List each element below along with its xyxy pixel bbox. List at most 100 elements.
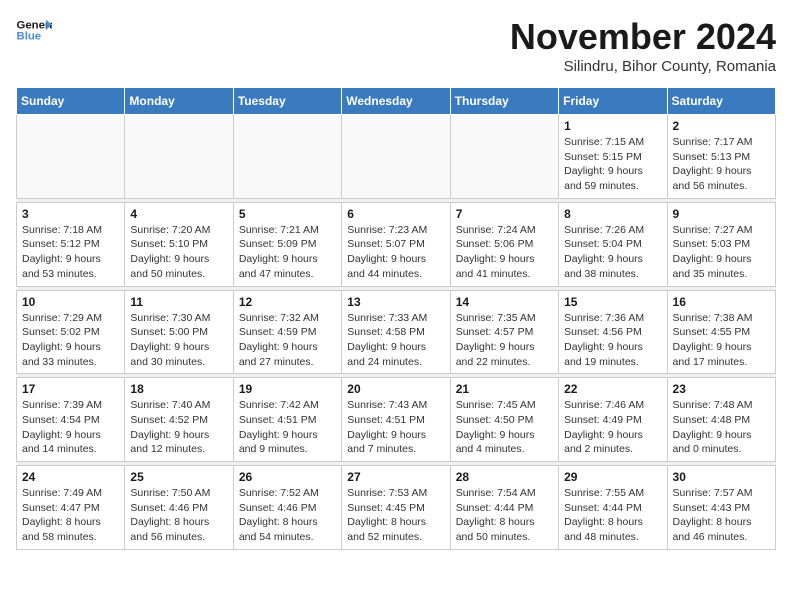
calendar-cell: 11 Sunrise: 7:30 AMSunset: 5:00 PMDayligh… — [125, 290, 233, 374]
day-number: 8 — [564, 207, 661, 221]
day-info: Sunrise: 7:42 AMSunset: 4:51 PMDaylight:… — [239, 398, 336, 457]
day-number: 7 — [456, 207, 553, 221]
calendar-cell: 21 Sunrise: 7:45 AMSunset: 4:50 PMDayligh… — [450, 378, 558, 462]
day-number: 26 — [239, 470, 336, 484]
day-info: Sunrise: 7:33 AMSunset: 4:58 PMDaylight:… — [347, 311, 444, 370]
calendar-cell — [233, 115, 341, 199]
day-info: Sunrise: 7:24 AMSunset: 5:06 PMDaylight:… — [456, 223, 553, 282]
calendar-cell: 20 Sunrise: 7:43 AMSunset: 4:51 PMDayligh… — [342, 378, 450, 462]
calendar-cell: 3 Sunrise: 7:18 AMSunset: 5:12 PMDaylight… — [17, 202, 125, 286]
day-info: Sunrise: 7:18 AMSunset: 5:12 PMDaylight:… — [22, 223, 119, 282]
day-info: Sunrise: 7:15 AMSunset: 5:15 PMDaylight:… — [564, 135, 661, 194]
calendar-week-1: 1 Sunrise: 7:15 AMSunset: 5:15 PMDaylight… — [17, 115, 776, 199]
calendar-week-3: 10Sunrise: 7:29 AMSunset: 5:02 PMDayligh… — [17, 290, 776, 374]
day-number: 22 — [564, 382, 661, 396]
day-info: Sunrise: 7:52 AMSunset: 4:46 PMDaylight:… — [239, 486, 336, 545]
calendar-cell: 17 Sunrise: 7:39 AMSunset: 4:54 PMDayligh… — [17, 378, 125, 462]
day-number: 1 — [564, 119, 661, 133]
day-info: Sunrise: 7:27 AMSunset: 5:03 PMDaylight:… — [673, 223, 770, 282]
weekday-header-saturday: Saturday — [667, 88, 775, 115]
calendar-table: SundayMondayTuesdayWednesdayThursdayFrid… — [16, 87, 776, 550]
calendar-cell: 15Sunrise: 7:36 AMSunset: 4:56 PMDayligh… — [559, 290, 667, 374]
day-number: 23 — [673, 382, 770, 396]
day-number: 3 — [22, 207, 119, 221]
calendar-cell: 30Sunrise: 7:57 AMSunset: 4:43 PMDayligh… — [667, 466, 775, 550]
calendar-cell: 24Sunrise: 7:49 AMSunset: 4:47 PMDayligh… — [17, 466, 125, 550]
day-number: 9 — [673, 207, 770, 221]
weekday-header-sunday: Sunday — [17, 88, 125, 115]
calendar-cell: 7 Sunrise: 7:24 AMSunset: 5:06 PMDaylight… — [450, 202, 558, 286]
day-info: Sunrise: 7:35 AMSunset: 4:57 PMDaylight:… — [456, 311, 553, 370]
svg-text:Blue: Blue — [17, 31, 42, 43]
day-info: Sunrise: 7:57 AMSunset: 4:43 PMDaylight:… — [673, 486, 770, 545]
day-number: 12 — [239, 295, 336, 309]
day-number: 14 — [456, 295, 553, 309]
day-info: Sunrise: 7:46 AMSunset: 4:49 PMDaylight:… — [564, 398, 661, 457]
calendar-cell: 18Sunrise: 7:40 AMSunset: 4:52 PMDayligh… — [125, 378, 233, 462]
calendar-cell: 19 Sunrise: 7:42 AMSunset: 4:51 PMDayligh… — [233, 378, 341, 462]
calendar-cell: 22 Sunrise: 7:46 AMSunset: 4:49 PMDayligh… — [559, 378, 667, 462]
day-info: Sunrise: 7:53 AMSunset: 4:45 PMDaylight:… — [347, 486, 444, 545]
day-info: Sunrise: 7:54 AMSunset: 4:44 PMDaylight:… — [456, 486, 553, 545]
day-info: Sunrise: 7:38 AMSunset: 4:55 PMDaylight:… — [673, 311, 770, 370]
day-info: Sunrise: 7:21 AMSunset: 5:09 PMDaylight:… — [239, 223, 336, 282]
calendar-cell: 27Sunrise: 7:53 AMSunset: 4:45 PMDayligh… — [342, 466, 450, 550]
day-info: Sunrise: 7:17 AMSunset: 5:13 PMDaylight:… — [673, 135, 770, 194]
calendar-cell: 10Sunrise: 7:29 AMSunset: 5:02 PMDayligh… — [17, 290, 125, 374]
weekday-header-friday: Friday — [559, 88, 667, 115]
day-number: 2 — [673, 119, 770, 133]
calendar-cell: 16 Sunrise: 7:38 AMSunset: 4:55 PMDayligh… — [667, 290, 775, 374]
day-number: 11 — [130, 295, 227, 309]
calendar-cell: 4 Sunrise: 7:20 AMSunset: 5:10 PMDaylight… — [125, 202, 233, 286]
day-number: 16 — [673, 295, 770, 309]
day-info: Sunrise: 7:32 AMSunset: 4:59 PMDaylight:… — [239, 311, 336, 370]
day-number: 19 — [239, 382, 336, 396]
day-number: 20 — [347, 382, 444, 396]
calendar-week-4: 17 Sunrise: 7:39 AMSunset: 4:54 PMDayligh… — [17, 378, 776, 462]
calendar-cell: 9 Sunrise: 7:27 AMSunset: 5:03 PMDaylight… — [667, 202, 775, 286]
calendar-week-5: 24Sunrise: 7:49 AMSunset: 4:47 PMDayligh… — [17, 466, 776, 550]
calendar-cell: 2 Sunrise: 7:17 AMSunset: 5:13 PMDaylight… — [667, 115, 775, 199]
day-info: Sunrise: 7:26 AMSunset: 5:04 PMDaylight:… — [564, 223, 661, 282]
calendar-cell: 1 Sunrise: 7:15 AMSunset: 5:15 PMDaylight… — [559, 115, 667, 199]
day-info: Sunrise: 7:30 AMSunset: 5:00 PMDaylight:… — [130, 311, 227, 370]
calendar-cell: 28 Sunrise: 7:54 AMSunset: 4:44 PMDayligh… — [450, 466, 558, 550]
day-info: Sunrise: 7:40 AMSunset: 4:52 PMDaylight:… — [130, 398, 227, 457]
day-number: 13 — [347, 295, 444, 309]
calendar-cell: 6 Sunrise: 7:23 AMSunset: 5:07 PMDaylight… — [342, 202, 450, 286]
day-info: Sunrise: 7:39 AMSunset: 4:54 PMDaylight:… — [22, 398, 119, 457]
day-info: Sunrise: 7:55 AMSunset: 4:44 PMDaylight:… — [564, 486, 661, 545]
day-info: Sunrise: 7:20 AMSunset: 5:10 PMDaylight:… — [130, 223, 227, 282]
day-info: Sunrise: 7:49 AMSunset: 4:47 PMDaylight:… — [22, 486, 119, 545]
day-info: Sunrise: 7:50 AMSunset: 4:46 PMDaylight:… — [130, 486, 227, 545]
day-info: Sunrise: 7:43 AMSunset: 4:51 PMDaylight:… — [347, 398, 444, 457]
day-number: 21 — [456, 382, 553, 396]
calendar-week-2: 3 Sunrise: 7:18 AMSunset: 5:12 PMDaylight… — [17, 202, 776, 286]
title-area: November 2024 Silindru, Bihor County, Ro… — [510, 16, 776, 75]
day-info: Sunrise: 7:23 AMSunset: 5:07 PMDaylight:… — [347, 223, 444, 282]
day-number: 6 — [347, 207, 444, 221]
calendar-cell: 13 Sunrise: 7:33 AMSunset: 4:58 PMDayligh… — [342, 290, 450, 374]
calendar-cell: 25 Sunrise: 7:50 AMSunset: 4:46 PMDayligh… — [125, 466, 233, 550]
day-number: 17 — [22, 382, 119, 396]
calendar-cell — [125, 115, 233, 199]
calendar-cell: 23Sunrise: 7:48 AMSunset: 4:48 PMDayligh… — [667, 378, 775, 462]
day-number: 28 — [456, 470, 553, 484]
calendar-cell: 12 Sunrise: 7:32 AMSunset: 4:59 PMDayligh… — [233, 290, 341, 374]
calendar-cell: 29 Sunrise: 7:55 AMSunset: 4:44 PMDayligh… — [559, 466, 667, 550]
day-number: 10 — [22, 295, 119, 309]
calendar-cell — [17, 115, 125, 199]
calendar-header-row: SundayMondayTuesdayWednesdayThursdayFrid… — [17, 88, 776, 115]
day-number: 4 — [130, 207, 227, 221]
header: General Blue November 2024 Silindru, Bih… — [16, 16, 776, 75]
day-number: 25 — [130, 470, 227, 484]
day-info: Sunrise: 7:45 AMSunset: 4:50 PMDaylight:… — [456, 398, 553, 457]
logo-icon: General Blue — [16, 16, 52, 44]
calendar-body: 1 Sunrise: 7:15 AMSunset: 5:15 PMDaylight… — [17, 115, 776, 550]
location-subtitle: Silindru, Bihor County, Romania — [510, 58, 776, 75]
day-number: 29 — [564, 470, 661, 484]
day-info: Sunrise: 7:36 AMSunset: 4:56 PMDaylight:… — [564, 311, 661, 370]
calendar-cell — [342, 115, 450, 199]
calendar-cell — [450, 115, 558, 199]
weekday-header-monday: Monday — [125, 88, 233, 115]
